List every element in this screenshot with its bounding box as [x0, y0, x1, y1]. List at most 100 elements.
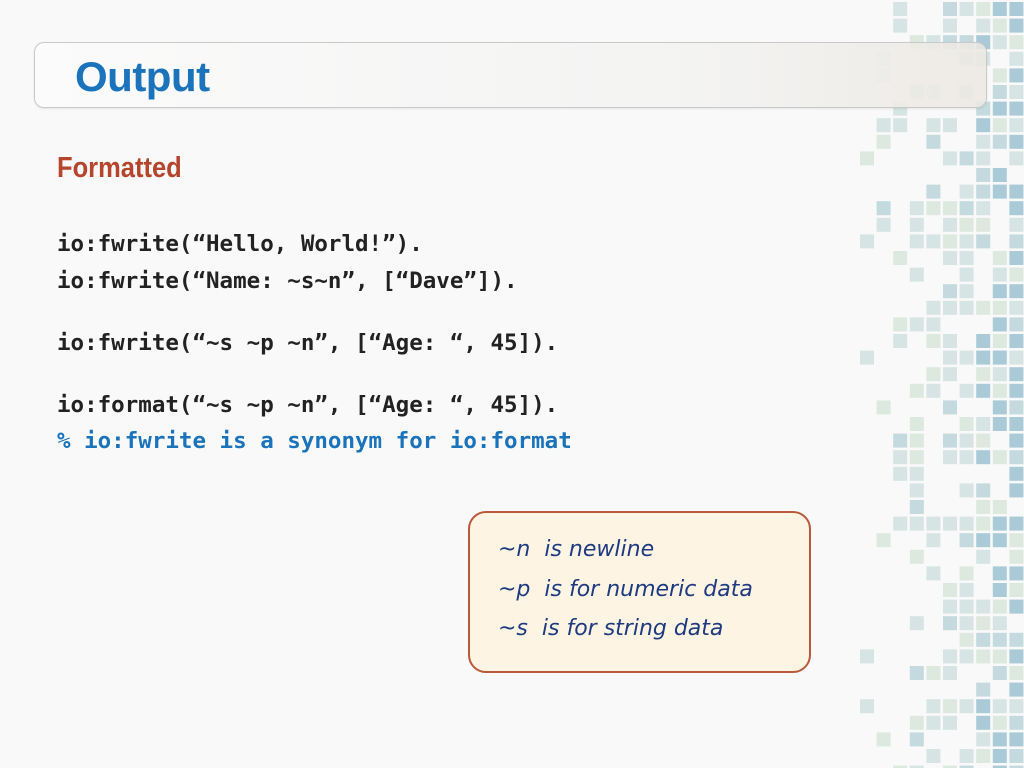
deco-tile: [1009, 251, 1024, 265]
deco-tile: [992, 599, 1007, 614]
deco-tile: [992, 616, 1007, 631]
deco-tile: [1009, 35, 1024, 50]
deco-tile: [876, 217, 891, 232]
deco-tile: [976, 715, 991, 730]
deco-tile: [992, 367, 1007, 382]
deco-tile: [1009, 300, 1024, 315]
deco-tile: [1009, 234, 1024, 249]
deco-tile: [1009, 417, 1024, 431]
deco-tile: [976, 549, 991, 564]
deco-tile: [943, 151, 957, 166]
deco-tile: [1009, 400, 1024, 415]
deco-tile: [1009, 217, 1024, 232]
deco-tile: [926, 300, 941, 315]
deco-tile: [943, 599, 957, 614]
deco-tile: [876, 732, 891, 747]
deco-tile: [992, 533, 1007, 548]
deco-tile: [893, 450, 908, 465]
deco-tile: [976, 350, 991, 365]
deco-tile: [976, 18, 991, 33]
deco-tile: [992, 18, 1007, 33]
deco-tile: [1009, 51, 1024, 66]
deco-tile: [926, 699, 941, 714]
deco-tile: [959, 533, 974, 548]
deco-tile: [943, 217, 957, 232]
deco-tile: [1009, 18, 1024, 33]
deco-tile: [992, 317, 1007, 332]
deco-tile: [976, 699, 991, 714]
deco-tile: [1009, 715, 1024, 730]
deco-tile: [943, 583, 957, 597]
deco-tile: [860, 234, 874, 249]
deco-tile: [992, 566, 1007, 581]
note-string: ~s is for string data: [498, 616, 724, 641]
deco-tile: [959, 632, 974, 647]
deco-tile: [976, 383, 991, 398]
deco-tile: [909, 383, 924, 398]
deco-tile: [926, 184, 941, 199]
deco-tile: [909, 732, 924, 747]
deco-tile: [943, 251, 957, 265]
deco-tile: [943, 234, 957, 249]
deco-tile: [876, 134, 891, 149]
deco-tile: [976, 118, 991, 133]
section-heading: Formatted: [57, 152, 182, 184]
deco-tile: [876, 201, 891, 216]
deco-tile: [926, 516, 941, 531]
deco-tile: [959, 649, 974, 664]
note-numeric: ~p is for numeric data: [498, 577, 753, 602]
deco-tile: [959, 383, 974, 398]
deco-tile: [959, 483, 974, 498]
deco-tile: [926, 666, 941, 680]
deco-tile: [926, 367, 941, 382]
deco-tile: [1009, 101, 1024, 116]
deco-tile: [992, 101, 1007, 116]
deco-tile: [959, 450, 974, 465]
deco-tile: [1009, 284, 1024, 299]
deco-tile: [959, 184, 974, 199]
code-line-1: io:fwrite(“Hello, World!”).: [57, 231, 423, 257]
deco-tile: [992, 350, 1007, 365]
deco-tile: [943, 2, 957, 16]
deco-tile: [959, 267, 974, 282]
deco-tile: [992, 699, 1007, 714]
deco-tile: [893, 18, 908, 33]
deco-tile: [1009, 599, 1024, 614]
deco-tile: [976, 749, 991, 763]
deco-tile: [992, 632, 1007, 647]
deco-tile: [959, 201, 974, 216]
deco-tile: [926, 317, 941, 332]
deco-tile: [926, 134, 941, 149]
deco-tile: [992, 267, 1007, 282]
deco-tile: [943, 367, 957, 382]
deco-tile: [909, 433, 924, 448]
deco-tile: [909, 417, 924, 431]
deco-tile: [976, 184, 991, 199]
deco-tile: [1009, 749, 1024, 763]
deco-tile: [992, 35, 1007, 50]
deco-tile: [992, 516, 1007, 531]
deco-tile: [860, 151, 874, 166]
deco-tile: [992, 134, 1007, 149]
deco-tile: [959, 516, 974, 531]
deco-tile: [976, 616, 991, 631]
deco-tile: [959, 699, 974, 714]
deco-tile: [992, 184, 1007, 199]
deco-tile: [992, 334, 1007, 348]
deco-tile: [959, 284, 974, 299]
deco-tile: [976, 433, 991, 448]
deco-tile: [992, 68, 1007, 83]
deco-tile: [1009, 533, 1024, 548]
deco-tile: [1009, 334, 1024, 348]
deco-tile: [959, 749, 974, 763]
deco-tile: [860, 350, 874, 365]
deco-tile: [926, 715, 941, 730]
deco-tile: [943, 649, 957, 664]
deco-tile: [976, 2, 991, 16]
deco-tile: [1009, 566, 1024, 581]
deco-tile: [943, 400, 957, 415]
deco-tile: [1009, 134, 1024, 149]
deco-tile: [943, 300, 957, 315]
deco-tile: [976, 682, 991, 697]
deco-tile: [943, 699, 957, 714]
